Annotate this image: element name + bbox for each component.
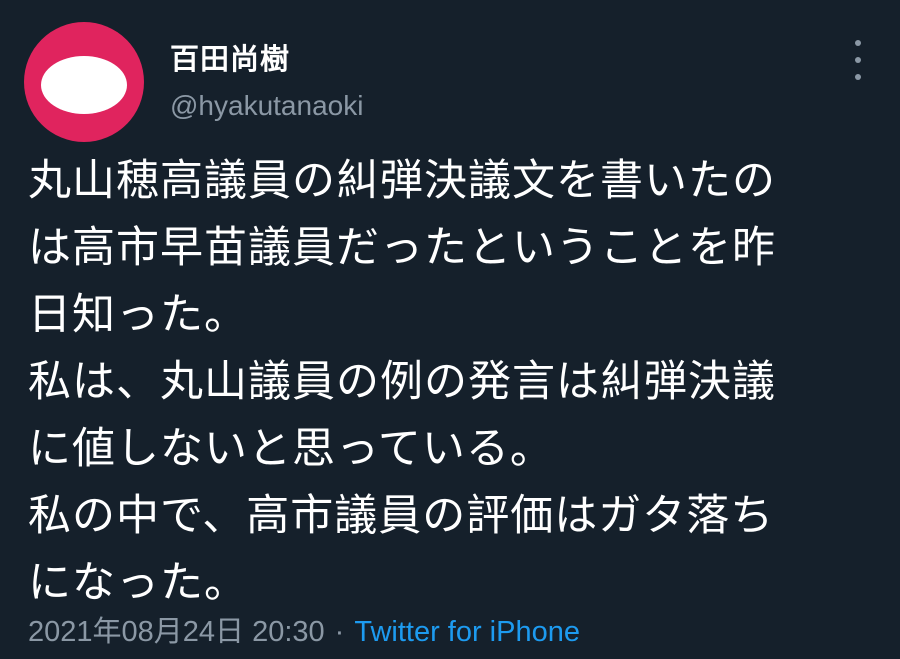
more-options-button[interactable]	[846, 40, 870, 80]
more-vertical-icon-dot	[855, 57, 861, 63]
tweet-timestamp[interactable]: 2021年08月24日 20:30	[28, 616, 325, 648]
more-vertical-icon-dot	[855, 74, 861, 80]
avatar[interactable]	[24, 22, 144, 142]
tweet-text-line: に値しないと思っている。	[28, 424, 554, 474]
more-vertical-icon	[855, 40, 861, 46]
tweet-card: 百田尚樹 @hyakutanaoki 丸山穂高議員の糾弾決議文を書いたの は高市…	[0, 0, 900, 659]
tweet-text-line: 私は、丸山議員の例の発言は糾弾決議	[28, 357, 776, 407]
tweet-text-line: 日知った。	[28, 290, 248, 340]
avatar-shape	[41, 56, 127, 114]
tweet-meta: 2021年08月24日 20:30 · Twitter for iPhone	[28, 608, 580, 650]
tweet-text: 丸山穂高議員の糾弾決議文を書いたの は高市早苗議員だったということを昨 日知った…	[28, 148, 888, 617]
author-handle[interactable]: @hyakutanaoki	[170, 90, 363, 122]
tweet-source-link[interactable]: Twitter for iPhone	[354, 616, 580, 648]
tweet-text-line: 丸山穂高議員の糾弾決議文を書いたの	[28, 156, 776, 206]
tweet-text-line: 私の中で、高市議員の評価はガタ落ち	[28, 491, 775, 541]
meta-separator: ·	[334, 616, 345, 648]
tweet-text-line: は高市早苗議員だったということを昨	[28, 223, 776, 273]
author-display-name[interactable]: 百田尚樹	[170, 36, 290, 78]
tweet-text-line: になった。	[28, 558, 248, 608]
